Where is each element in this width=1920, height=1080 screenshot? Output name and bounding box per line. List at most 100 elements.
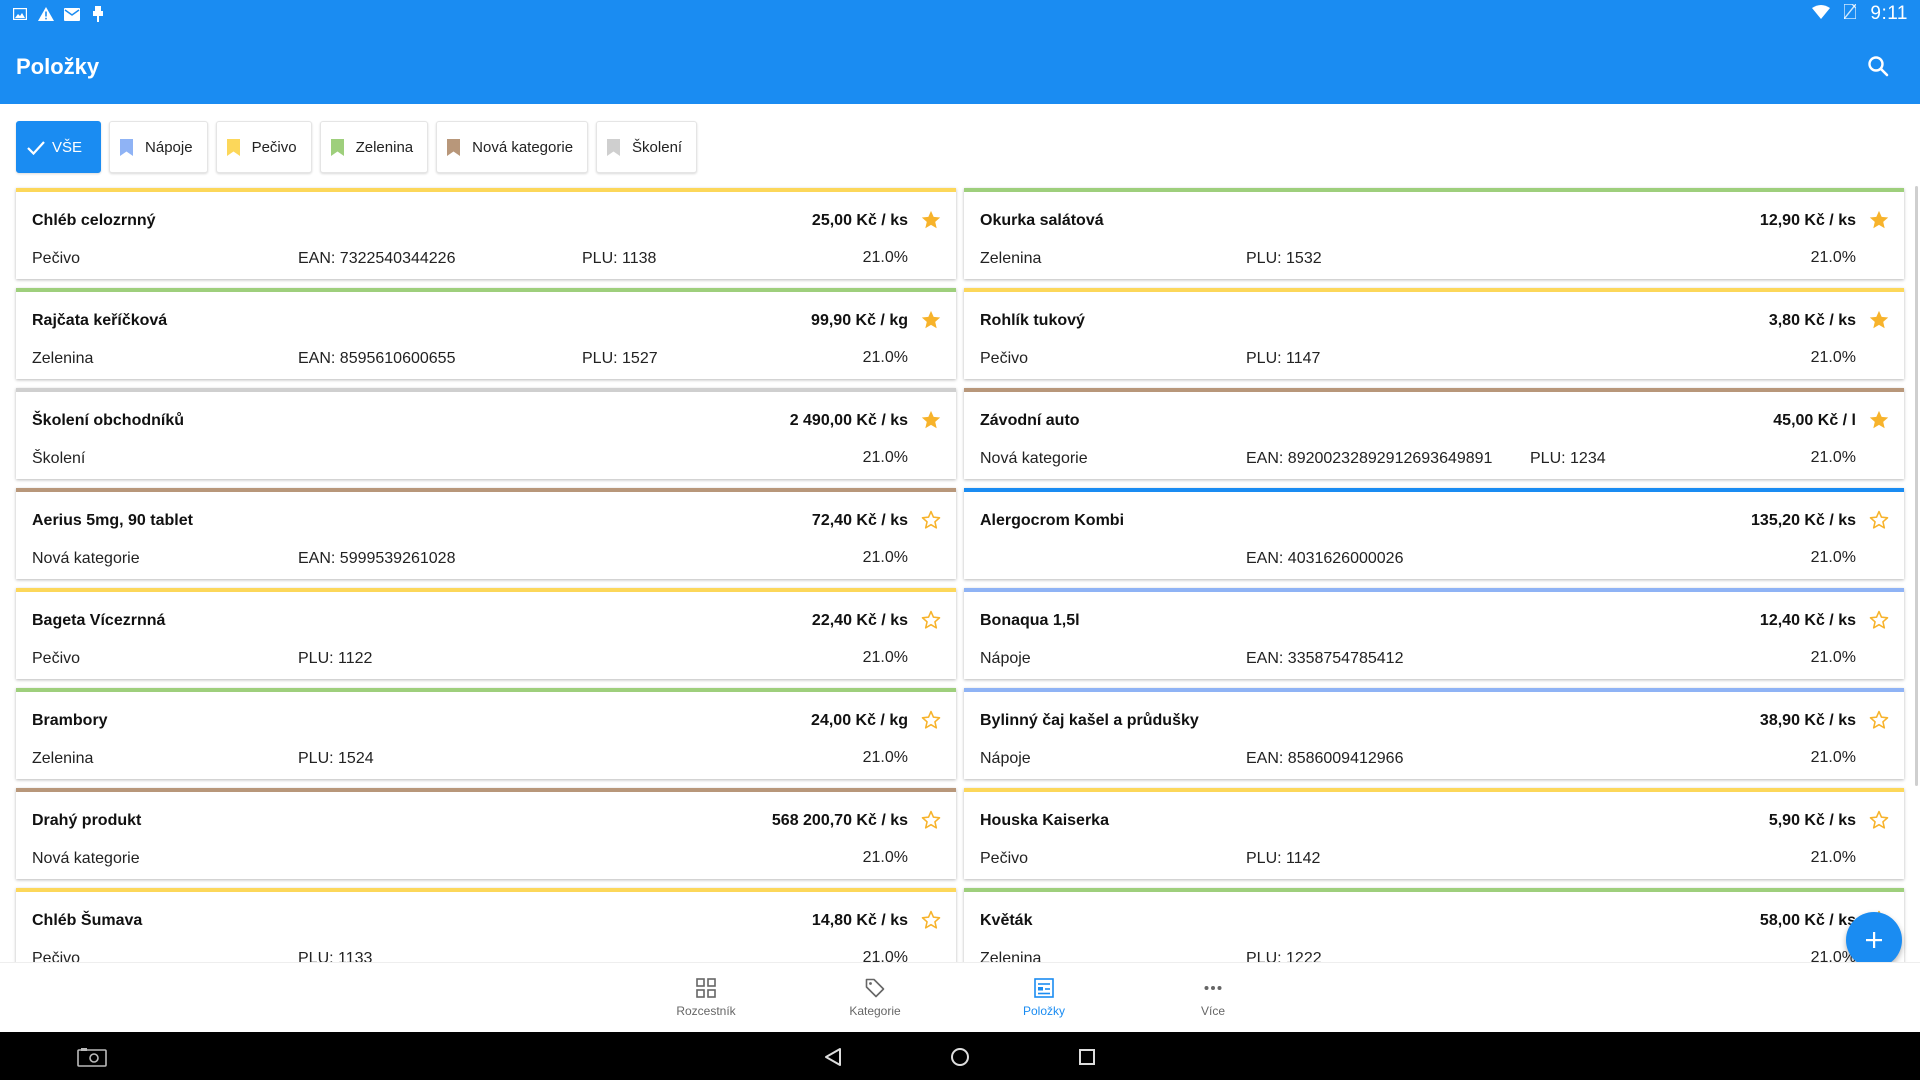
recents-icon xyxy=(1079,1049,1095,1065)
item-card[interactable]: Školení obchodníků 2 490,00 Kč / ks Školen… xyxy=(16,388,956,479)
filter-chip-zelenina[interactable]: Zelenina xyxy=(319,121,429,173)
star-filled-icon[interactable] xyxy=(1868,409,1892,433)
item-name: Školení obchodníků xyxy=(32,412,185,429)
item-card[interactable]: Chléb celozrnný 25,00 Kč / ks Pečivo EAN: 7… xyxy=(16,188,956,279)
wifi-icon xyxy=(1812,4,1831,24)
items-list[interactable]: Chléb celozrnný 25,00 Kč / ks Pečivo EAN: 7… xyxy=(0,186,1920,962)
item-price: 12,40 Kč / ks xyxy=(1759,612,1856,629)
item-card[interactable]: Alergocrom Kombi 135,20 Kč / ks EAN: 40316… xyxy=(964,488,1904,579)
item-category: Zelenina xyxy=(980,950,1042,962)
filter-chip-napoje[interactable]: Nápoje xyxy=(109,121,208,173)
back-icon xyxy=(825,1048,841,1066)
item-vat: 21.0% xyxy=(862,249,908,266)
bookmark-icon xyxy=(447,138,461,156)
item-card[interactable]: Rajčata keříčková 99,90 Kč / kg Zelenina EA… xyxy=(16,288,956,379)
item-card[interactable]: Závodní auto 45,00 Kč / l Nová kategorie EA… xyxy=(964,388,1904,479)
mail-icon xyxy=(64,6,80,22)
nav-item-label: Více xyxy=(1200,1004,1225,1018)
app-bar: 9:11 Položky xyxy=(0,0,1920,104)
item-price: 2 490,00 Kč / ks xyxy=(789,412,908,429)
star-outline-icon[interactable] xyxy=(1868,609,1892,633)
item-card[interactable]: Květák 58,00 Kč / ks Zelenina PLU: 1222 21.0… xyxy=(964,888,1904,962)
item-price: 25,00 Kč / ks xyxy=(811,212,908,229)
item-card[interactable]: Houska Kaiserka 5,90 Kč / ks Pečivo PLU: 11… xyxy=(964,788,1904,879)
nav-item-kategorie[interactable]: Kategorie xyxy=(800,963,950,1033)
item-vat: 21.0% xyxy=(1810,449,1856,466)
item-plu: PLU: 1234 xyxy=(1530,450,1606,467)
star-outline-icon[interactable] xyxy=(920,809,944,833)
item-card[interactable]: Okurka salátová 12,90 Kč / ks Zelenina PLU:… xyxy=(964,188,1904,279)
check-icon xyxy=(27,139,45,156)
item-code: EAN: 89200232892912693649891 xyxy=(1246,450,1493,467)
item-category: Zelenina xyxy=(32,750,94,767)
screenshot-button[interactable] xyxy=(76,1044,108,1070)
filter-chip-label: VŠE xyxy=(52,138,83,156)
star-outline-icon[interactable] xyxy=(1868,509,1892,533)
star-outline-icon[interactable] xyxy=(1868,709,1892,733)
image-icon xyxy=(12,6,28,22)
item-name: Chléb celozrnný xyxy=(32,212,156,229)
filter-chip-skoleni[interactable]: Školení xyxy=(596,121,698,173)
item-category: Nová kategorie xyxy=(980,450,1088,467)
nav-item-polozky[interactable]: Položky xyxy=(969,963,1119,1033)
star-outline-icon[interactable] xyxy=(920,709,944,733)
no-sim-icon xyxy=(1843,3,1858,24)
item-card[interactable]: Bonaqua 1,5l 12,40 Kč / ks Nápoje EAN: 3358… xyxy=(964,588,1904,679)
item-price: 99,90 Kč / kg xyxy=(811,312,908,329)
search-icon xyxy=(1868,56,1889,77)
status-bar: 9:11 xyxy=(0,0,1920,28)
item-category: Nápoje xyxy=(980,650,1031,667)
home-icon xyxy=(951,1048,969,1066)
back-button[interactable] xyxy=(820,1044,846,1070)
nav-item-rozcestnik[interactable]: Rozcestník xyxy=(631,963,781,1033)
item-price: 5,90 Kč / ks xyxy=(1768,812,1856,829)
filter-chip-all[interactable]: VŠE xyxy=(16,121,102,173)
item-card[interactable]: Bageta Vícezrnná 22,40 Kč / ks Pečivo PLU: … xyxy=(16,588,956,679)
home-button[interactable] xyxy=(947,1044,973,1070)
item-card[interactable]: Brambory 24,00 Kč / kg Zelenina PLU: 1524 21… xyxy=(16,688,956,779)
item-code: PLU: 1524 xyxy=(298,750,374,767)
item-card[interactable]: Rohlík tukový 3,80 Kč / ks Pečivo PLU: 1147… xyxy=(964,288,1904,379)
item-price: 24,00 Kč / kg xyxy=(811,712,908,729)
item-category: Pečivo xyxy=(32,950,81,962)
item-card[interactable]: Chléb Šumava 14,80 Kč / ks Pečivo PLU: 1133… xyxy=(16,888,956,962)
scrollbar[interactable] xyxy=(1915,186,1918,786)
item-vat: 21.0% xyxy=(862,549,908,566)
star-filled-icon[interactable] xyxy=(920,309,944,333)
filter-chip-label: Nápoje xyxy=(145,138,193,156)
star-filled-icon[interactable] xyxy=(1868,209,1892,233)
filter-chip-pecivo[interactable]: Pečivo xyxy=(215,121,312,173)
add-item-button[interactable] xyxy=(1846,912,1902,968)
item-name: Okurka salátová xyxy=(980,212,1104,229)
plus-icon xyxy=(1866,932,1882,948)
item-category: Školení xyxy=(32,450,86,467)
dashboard-icon xyxy=(696,978,716,998)
star-outline-icon[interactable] xyxy=(920,909,944,933)
tag-icon xyxy=(865,978,885,998)
recents-button[interactable] xyxy=(1074,1044,1100,1070)
item-code: PLU: 1532 xyxy=(1246,250,1322,267)
star-filled-icon[interactable] xyxy=(920,409,944,433)
more-icon xyxy=(1204,986,1222,990)
item-vat: 21.0% xyxy=(862,449,908,466)
item-card[interactable]: Aerius 5mg, 90 tablet 72,40 Kč / ks Nová k… xyxy=(16,488,956,579)
status-clock: 9:11 xyxy=(1870,3,1908,24)
item-code: EAN: 8586009412966 xyxy=(1246,750,1404,767)
item-code: EAN: 7322540344226 xyxy=(298,250,456,267)
filter-chip-nova-kategorie[interactable]: Nová kategorie xyxy=(436,121,589,173)
item-price: 3,80 Kč / ks xyxy=(1768,312,1856,329)
item-card[interactable]: Bylinný čaj kašel a průdušky 38,90 Kč / k… xyxy=(964,688,1904,779)
star-outline-icon[interactable] xyxy=(920,509,944,533)
star-filled-icon[interactable] xyxy=(920,209,944,233)
item-card[interactable]: Drahý produkt 568 200,70 Kč / ks Nová kate… xyxy=(16,788,956,879)
search-button[interactable] xyxy=(1864,52,1892,80)
item-name: Houska Kaiserka xyxy=(980,812,1109,829)
item-name: Bonaqua 1,5l xyxy=(980,612,1080,629)
filter-chip-label: Pečivo xyxy=(251,138,297,156)
star-outline-icon[interactable] xyxy=(920,609,944,633)
item-price: 58,00 Kč / ks xyxy=(1759,912,1856,929)
nav-item-vice[interactable]: Více xyxy=(1138,963,1288,1033)
star-filled-icon[interactable] xyxy=(1868,309,1892,333)
filter-chip-label: Zelenina xyxy=(355,138,414,156)
star-outline-icon[interactable] xyxy=(1868,809,1892,833)
